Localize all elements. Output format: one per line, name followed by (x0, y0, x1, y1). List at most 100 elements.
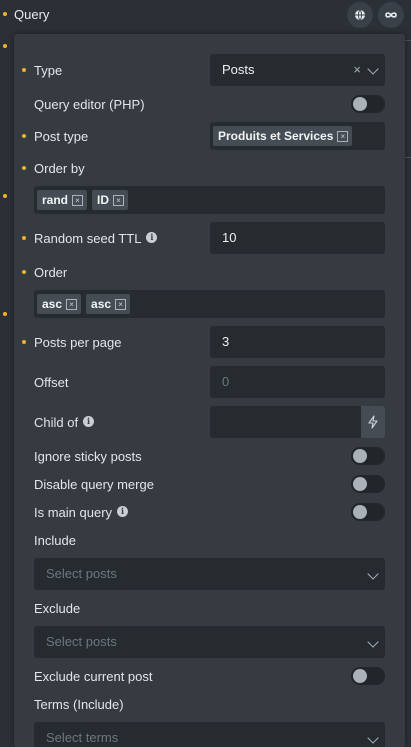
info-icon[interactable]: i (83, 415, 95, 427)
infinity-icon (385, 12, 397, 18)
posts-per-page-value: 3 (222, 334, 230, 349)
offset-placeholder: 0 (222, 374, 230, 389)
disable-query-merge-row: Disable query merge (14, 474, 405, 494)
random-seed-ttl-row: Random seed TTL i 10 (14, 222, 405, 254)
info-icon[interactable]: i (146, 231, 158, 243)
remove-tag-icon[interactable]: × (72, 194, 84, 206)
tag-label: rand (42, 193, 69, 207)
clear-icon[interactable]: × (353, 62, 361, 77)
remove-tag-icon[interactable]: × (115, 298, 127, 310)
terms-include-select[interactable]: Select terms (34, 722, 385, 747)
globe-button[interactable] (347, 2, 373, 28)
chevron-down-icon (367, 63, 379, 75)
order-by-row: Order by rand × ID × (14, 158, 405, 214)
toggle-knob (353, 97, 367, 111)
background-divider (405, 40, 411, 41)
toggle-knob (353, 449, 367, 463)
child-of-label: Child of i (34, 415, 95, 430)
post-type-tag: Produits et Services × (213, 126, 353, 146)
disable-query-merge-label: Disable query merge (34, 477, 154, 492)
offset-input[interactable]: 0 (210, 366, 385, 398)
chevron-down-icon (367, 568, 379, 580)
tag-label: asc (42, 297, 63, 311)
modified-dot (22, 134, 26, 138)
chevron-down-icon (367, 732, 379, 744)
child-of-input[interactable] (210, 406, 385, 438)
query-header[interactable]: Query (0, 0, 411, 30)
info-icon[interactable]: i (117, 505, 129, 517)
post-type-row: Post type Produits et Services × (14, 122, 405, 150)
post-type-label: Post type (34, 129, 89, 144)
toggle-knob (353, 669, 367, 683)
query-editor-toggle[interactable] (351, 95, 385, 113)
order-by-tag: rand × (37, 190, 88, 210)
background-dot (3, 44, 7, 48)
ignore-sticky-row: Ignore sticky posts (14, 446, 405, 466)
query-title: Query (14, 7, 50, 22)
tag-label: ID (97, 193, 110, 207)
include-select[interactable]: Select posts (34, 558, 385, 590)
tag-label: asc (91, 297, 112, 311)
exclude-label: Exclude (34, 601, 81, 616)
is-main-query-label: Is main query i (34, 505, 129, 520)
child-of-row: Child of i (14, 406, 405, 438)
order-row: Order asc × asc × (14, 262, 405, 318)
disable-query-merge-toggle[interactable] (351, 475, 385, 493)
order-tag: asc × (37, 294, 82, 314)
post-type-select[interactable]: Produits et Services × (210, 122, 385, 150)
type-value: Posts (222, 62, 255, 77)
terms-include-placeholder: Select terms (46, 730, 119, 745)
modified-dot (3, 12, 7, 16)
background-divider (405, 157, 411, 158)
terms-include-label: Terms (Include) (34, 697, 124, 712)
terms-include-row: Terms (Include) Select terms (14, 694, 405, 747)
remove-tag-icon[interactable]: × (337, 130, 349, 142)
exclude-current-toggle[interactable] (351, 667, 385, 685)
type-label: Type (34, 63, 63, 78)
offset-label: Offset (34, 375, 69, 390)
type-select[interactable]: Posts × (210, 54, 385, 86)
remove-tag-icon[interactable]: × (113, 194, 125, 206)
exclude-current-label: Exclude current post (34, 669, 153, 684)
is-main-query-toggle[interactable] (351, 503, 385, 521)
dynamic-data-button[interactable] (361, 406, 385, 438)
include-row: Include Select posts (14, 530, 405, 590)
toggle-knob (353, 505, 367, 519)
random-seed-ttl-input[interactable]: 10 (210, 222, 385, 254)
ignore-sticky-toggle[interactable] (351, 447, 385, 465)
include-label: Include (34, 533, 76, 548)
order-select[interactable]: asc × asc × (34, 290, 385, 318)
order-by-tag: ID × (92, 190, 129, 210)
is-main-query-row: Is main query i (14, 502, 405, 522)
order-label: Order (34, 265, 68, 280)
order-tag: asc × (86, 294, 131, 314)
posts-per-page-label: Posts per page (34, 335, 122, 350)
posts-per-page-input[interactable]: 3 (210, 326, 385, 358)
include-placeholder: Select posts (46, 566, 117, 581)
exclude-placeholder: Select posts (46, 634, 117, 649)
exclude-select[interactable]: Select posts (34, 626, 385, 658)
ignore-sticky-label: Ignore sticky posts (34, 449, 142, 464)
chevron-down-icon (367, 636, 379, 648)
order-by-label: Order by (34, 161, 85, 176)
order-by-select[interactable]: rand × ID × (34, 186, 385, 214)
type-row: Type Posts × (14, 54, 405, 86)
query-editor-row: Query editor (PHP) (14, 94, 405, 114)
modified-dot (22, 236, 26, 240)
offset-row: Offset 0 (14, 366, 405, 398)
modified-dot (22, 68, 26, 72)
background-dot (3, 312, 7, 316)
query-editor-label: Query editor (PHP) (34, 97, 145, 112)
background-dot (3, 194, 7, 198)
modified-dot (22, 166, 26, 170)
tag-label: Produits et Services (218, 129, 334, 143)
exclude-current-row: Exclude current post (14, 666, 405, 686)
remove-tag-icon[interactable]: × (66, 298, 78, 310)
posts-per-page-row: Posts per page 3 (14, 326, 405, 358)
bolt-icon (368, 415, 378, 429)
label-text: Child of (34, 415, 79, 430)
modified-dot (22, 340, 26, 344)
toggle-knob (353, 477, 367, 491)
query-loop-button[interactable] (378, 2, 404, 28)
label-text: Is main query (34, 505, 113, 520)
